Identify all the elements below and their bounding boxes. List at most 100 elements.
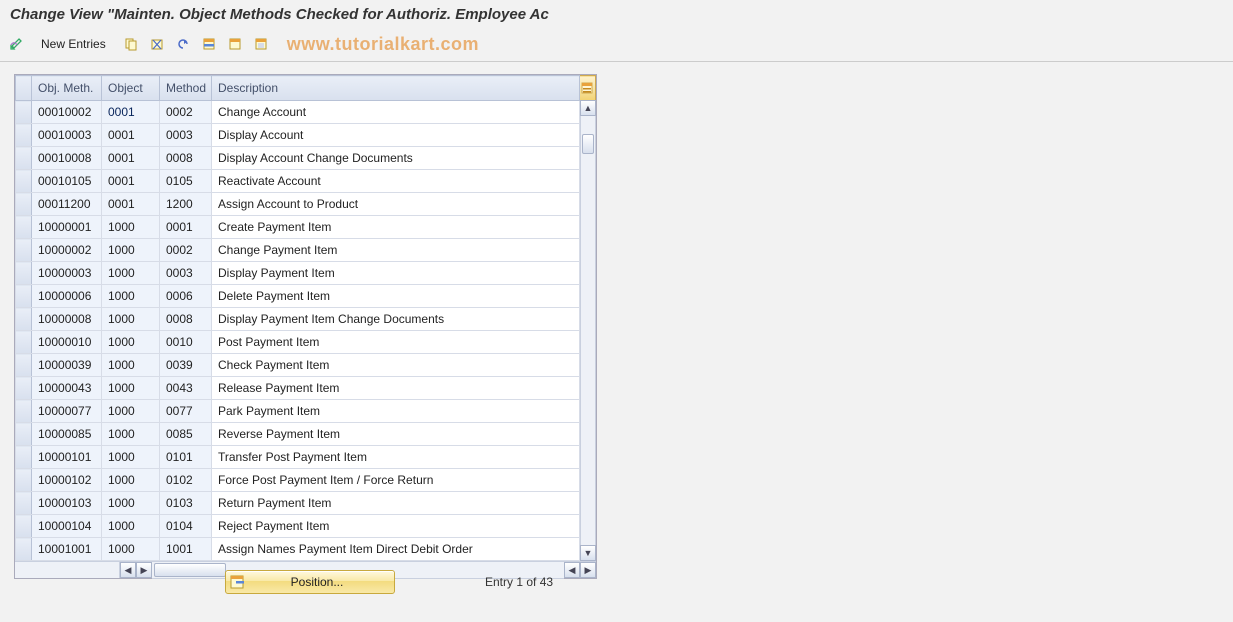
row-selector[interactable] <box>16 147 32 170</box>
table-row[interactable]: 1000004310000043Release Payment Item <box>16 377 596 400</box>
cell-object[interactable]: 1000 <box>102 492 160 515</box>
table-row[interactable]: 0001000800010008Display Account Change D… <box>16 147 596 170</box>
cell-object[interactable]: 1000 <box>102 515 160 538</box>
table-row[interactable]: 1000100110001001Assign Names Payment Ite… <box>16 538 596 561</box>
cell-description[interactable]: Change Payment Item <box>212 239 580 262</box>
row-selector[interactable] <box>16 492 32 515</box>
cell-object[interactable]: 1000 <box>102 377 160 400</box>
row-selector[interactable] <box>16 423 32 446</box>
cell-objmeth[interactable]: 10001001 <box>32 538 102 561</box>
cell-description[interactable]: Create Payment Item <box>212 216 580 239</box>
table-row[interactable]: 0001000200010002Change Account <box>16 101 596 124</box>
row-selector[interactable] <box>16 469 32 492</box>
deselect-all-icon[interactable] <box>251 34 271 54</box>
cell-description[interactable]: Reverse Payment Item <box>212 423 580 446</box>
cell-method[interactable]: 0104 <box>160 515 212 538</box>
cell-method[interactable]: 0010 <box>160 331 212 354</box>
cell-objmeth[interactable]: 00010003 <box>32 124 102 147</box>
table-row[interactable]: 1000008510000085Reverse Payment Item <box>16 423 596 446</box>
toggle-pencil-icon[interactable] <box>6 34 26 54</box>
cell-method[interactable]: 1200 <box>160 193 212 216</box>
cell-object[interactable]: 1000 <box>102 538 160 561</box>
table-row[interactable]: 1000000110000001Create Payment Item <box>16 216 596 239</box>
cell-description[interactable]: Force Post Payment Item / Force Return <box>212 469 580 492</box>
table-row[interactable]: 1000010210000102Force Post Payment Item … <box>16 469 596 492</box>
scroll-down-icon[interactable]: ▼ <box>580 545 596 561</box>
vertical-scrollbar[interactable]: ▲ ▼ <box>580 100 596 561</box>
cell-object[interactable]: 1000 <box>102 469 160 492</box>
row-selector[interactable] <box>16 331 32 354</box>
cell-objmeth[interactable]: 00011200 <box>32 193 102 216</box>
vscroll-track[interactable] <box>580 116 596 545</box>
col-objmeth-header[interactable]: Obj. Meth. <box>32 76 102 101</box>
cell-description[interactable]: Post Payment Item <box>212 331 580 354</box>
cell-description[interactable]: Check Payment Item <box>212 354 580 377</box>
cell-object[interactable]: 1000 <box>102 308 160 331</box>
cell-objmeth[interactable]: 10000104 <box>32 515 102 538</box>
cell-description[interactable]: Transfer Post Payment Item <box>212 446 580 469</box>
delete-icon[interactable] <box>147 34 167 54</box>
cell-description[interactable]: Assign Account to Product <box>212 193 580 216</box>
cell-objmeth[interactable]: 10000043 <box>32 377 102 400</box>
row-selector[interactable] <box>16 239 32 262</box>
table-row[interactable]: 1000000310000003Display Payment Item <box>16 262 596 285</box>
cell-method[interactable]: 0102 <box>160 469 212 492</box>
vscroll-thumb[interactable] <box>582 134 594 154</box>
cell-objmeth[interactable]: 00010008 <box>32 147 102 170</box>
cell-object[interactable]: 1000 <box>102 354 160 377</box>
cell-method[interactable]: 0008 <box>160 147 212 170</box>
table-row[interactable]: 0001010500010105Reactivate Account <box>16 170 596 193</box>
row-selector[interactable] <box>16 400 32 423</box>
cell-method[interactable]: 1001 <box>160 538 212 561</box>
cell-objmeth[interactable]: 00010002 <box>32 101 102 124</box>
scroll-right-end-icon[interactable]: ▶ <box>580 562 596 578</box>
scroll-left-icon[interactable]: ◀ <box>120 562 136 578</box>
table-row[interactable]: 0001120000011200Assign Account to Produc… <box>16 193 596 216</box>
table-row[interactable]: 1000010410000104Reject Payment Item <box>16 515 596 538</box>
cell-objmeth[interactable]: 10000010 <box>32 331 102 354</box>
cell-description[interactable]: Return Payment Item <box>212 492 580 515</box>
cell-object[interactable]: 1000 <box>102 331 160 354</box>
cell-object[interactable]: 1000 <box>102 216 160 239</box>
cell-objmeth[interactable]: 10000085 <box>32 423 102 446</box>
cell-description[interactable]: Change Account <box>212 101 580 124</box>
cell-objmeth[interactable]: 10000039 <box>32 354 102 377</box>
cell-objmeth[interactable]: 10000003 <box>32 262 102 285</box>
cell-method[interactable]: 0043 <box>160 377 212 400</box>
cell-object[interactable]: 1000 <box>102 446 160 469</box>
row-selector[interactable] <box>16 124 32 147</box>
col-object-header[interactable]: Object <box>102 76 160 101</box>
cell-method[interactable]: 0001 <box>160 216 212 239</box>
scroll-right-icon[interactable]: ▶ <box>136 562 152 578</box>
position-button[interactable]: Position... <box>225 570 395 594</box>
row-selector[interactable] <box>16 101 32 124</box>
scroll-left-end-icon[interactable]: ◀ <box>564 562 580 578</box>
row-selector[interactable] <box>16 216 32 239</box>
cell-objmeth[interactable]: 10000001 <box>32 216 102 239</box>
row-selector[interactable] <box>16 538 32 561</box>
cell-object[interactable]: 0001 <box>102 147 160 170</box>
copy-icon[interactable] <box>121 34 141 54</box>
cell-method[interactable]: 0103 <box>160 492 212 515</box>
cell-description[interactable]: Park Payment Item <box>212 400 580 423</box>
cell-object[interactable]: 0001 <box>102 193 160 216</box>
row-selector[interactable] <box>16 308 32 331</box>
cell-objmeth[interactable]: 10000101 <box>32 446 102 469</box>
cell-description[interactable]: Display Payment Item Change Documents <box>212 308 580 331</box>
scroll-up-icon[interactable]: ▲ <box>580 100 596 116</box>
cell-description[interactable]: Display Account Change Documents <box>212 147 580 170</box>
cell-method[interactable]: 0002 <box>160 239 212 262</box>
row-selector[interactable] <box>16 446 32 469</box>
cell-objmeth[interactable]: 10000077 <box>32 400 102 423</box>
row-selector-header[interactable] <box>16 76 32 101</box>
table-row[interactable]: 1000003910000039Check Payment Item <box>16 354 596 377</box>
cell-objmeth[interactable]: 10000102 <box>32 469 102 492</box>
table-row[interactable]: 0001000300010003Display Account <box>16 124 596 147</box>
table-row[interactable]: 1000007710000077Park Payment Item <box>16 400 596 423</box>
cell-description[interactable]: Release Payment Item <box>212 377 580 400</box>
cell-method[interactable]: 0003 <box>160 124 212 147</box>
table-row[interactable]: 1000000810000008Display Payment Item Cha… <box>16 308 596 331</box>
select-block-icon[interactable] <box>225 34 245 54</box>
col-method-header[interactable]: Method <box>160 76 212 101</box>
cell-object[interactable]: 1000 <box>102 239 160 262</box>
